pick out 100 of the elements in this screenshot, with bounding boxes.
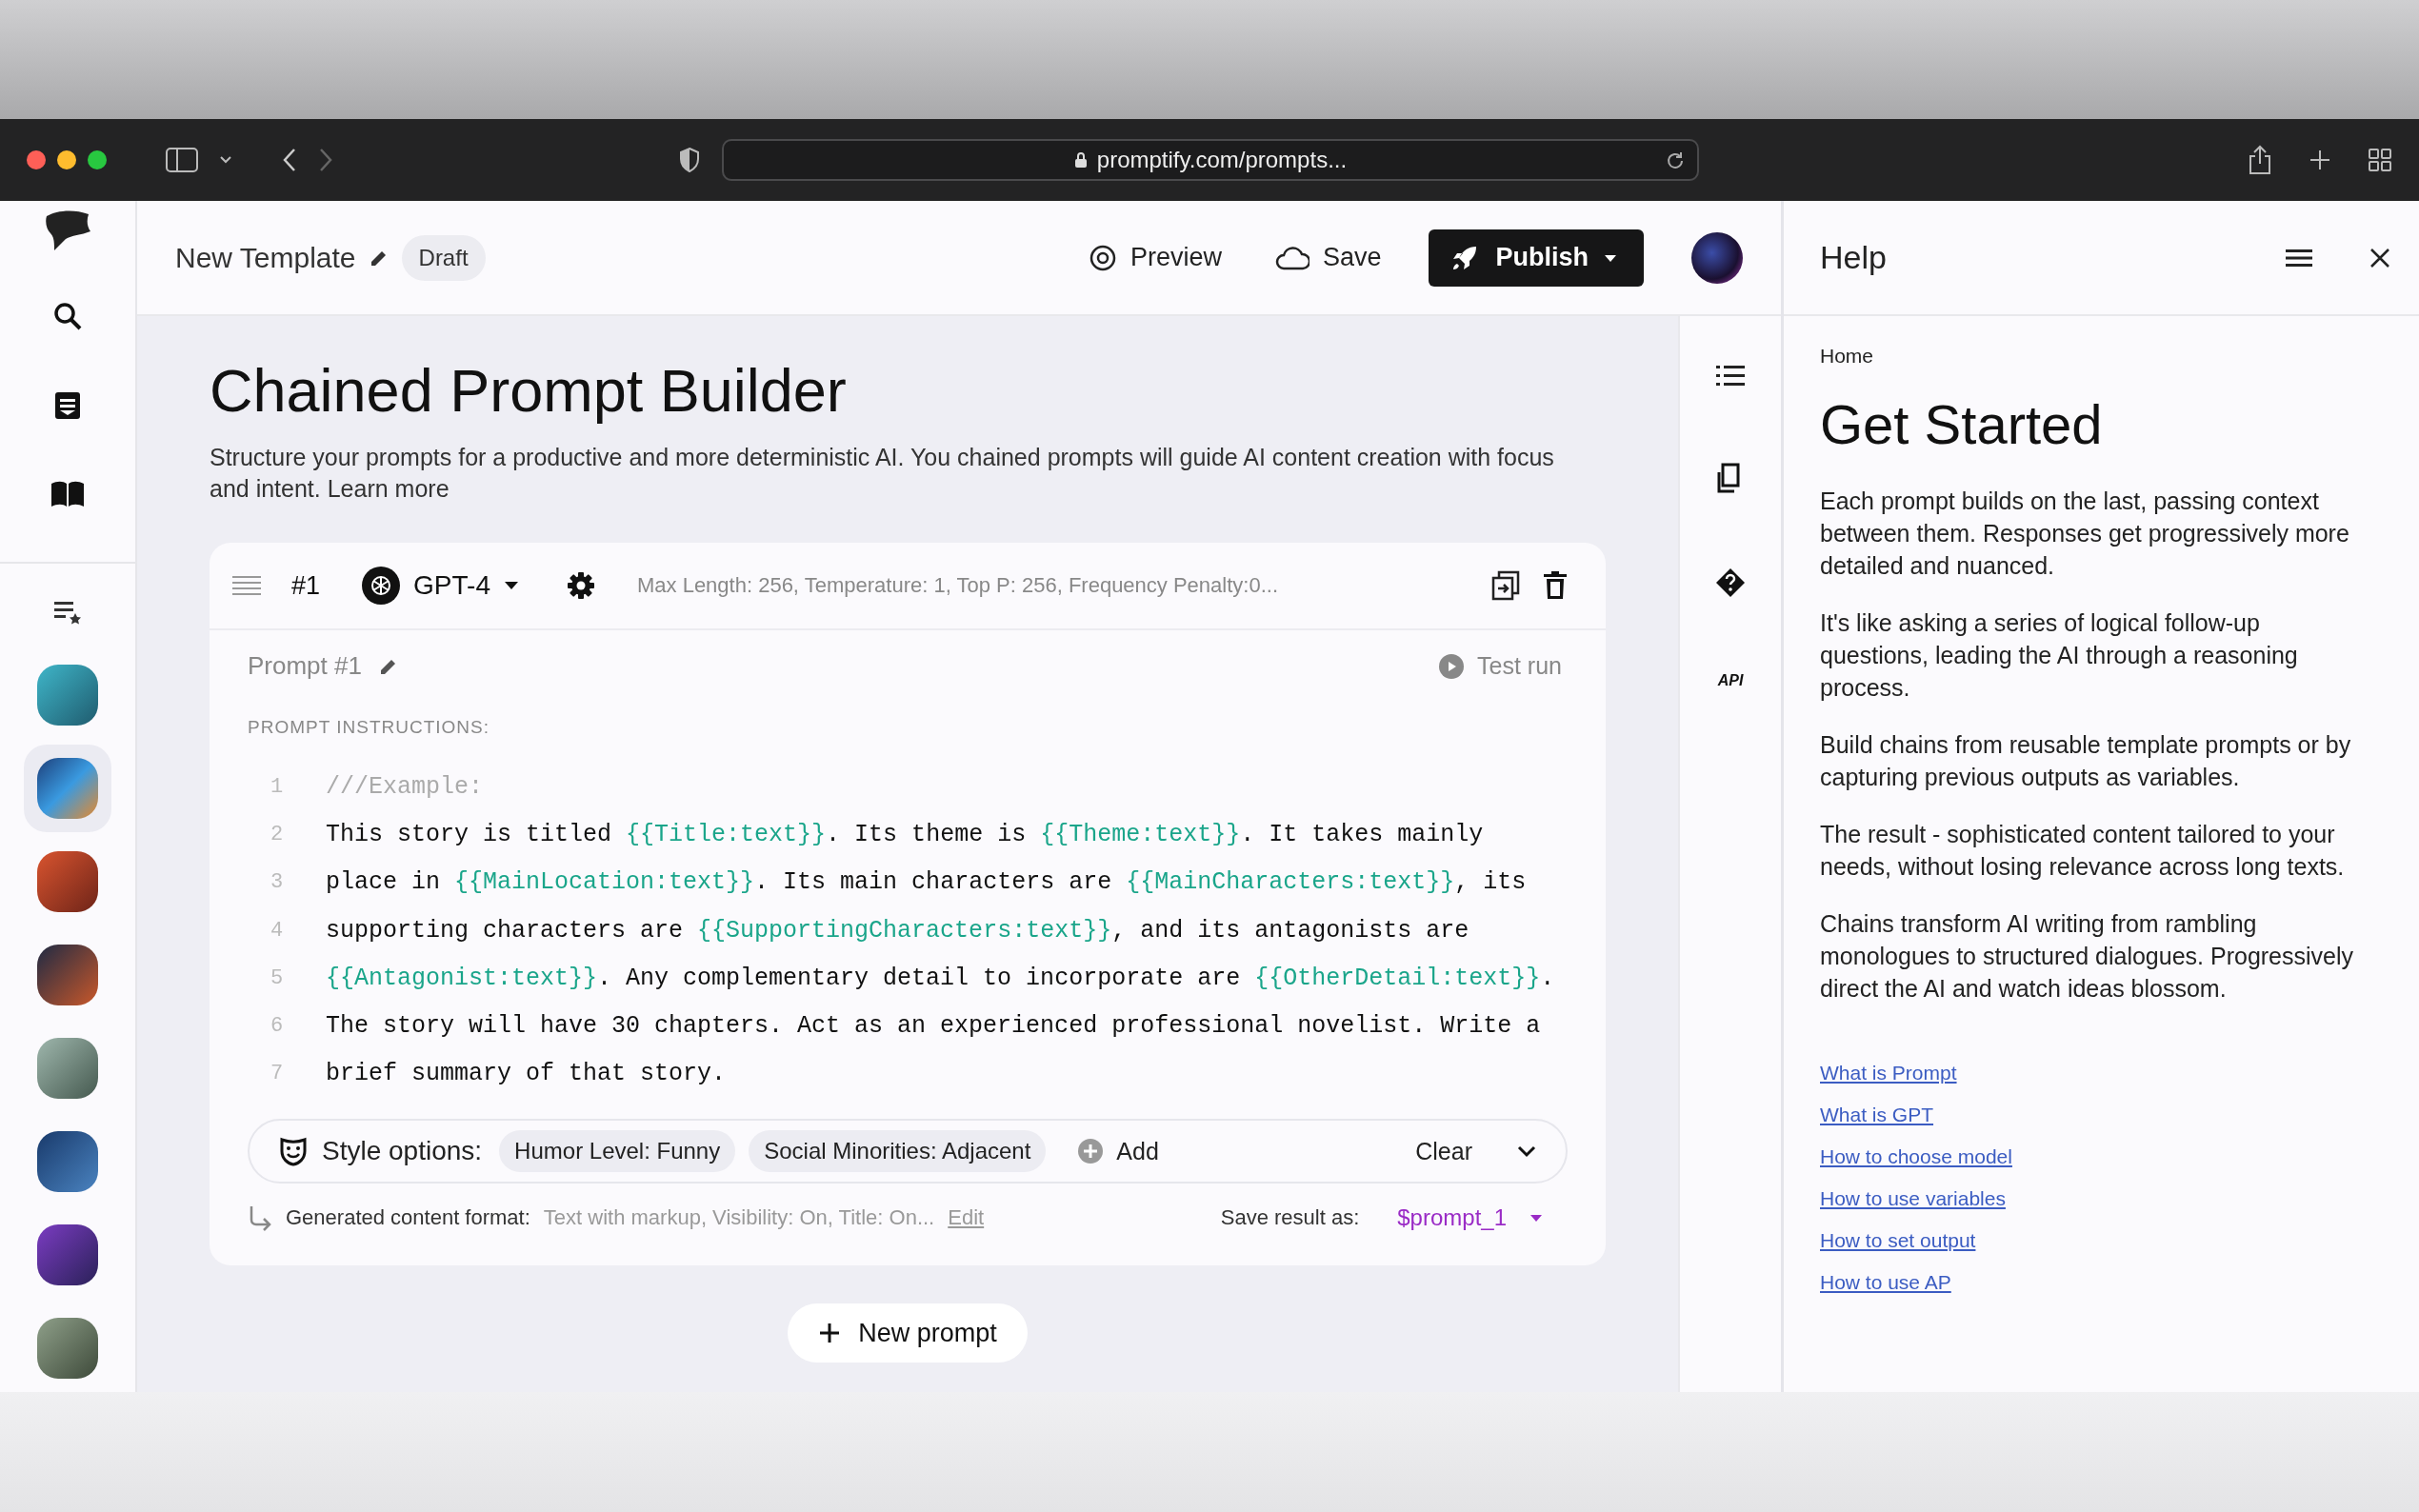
help-heading: Get Started — [1820, 392, 2104, 456]
output-format-value: Text with markup, Visibility: On, Title: On... — [543, 1205, 935, 1231]
help-link[interactable]: How to use AP — [1820, 1271, 1951, 1294]
page-title: Chained Prompt Builder — [210, 356, 848, 425]
url-text: promptify.com/prompts... — [1096, 147, 1348, 173]
variable-dropdown[interactable]: $prompt_1 — [1391, 1204, 1549, 1233]
code-line: supporting characters are {{SupportingCharacters:text}}, and its antagonists are — [326, 916, 1469, 945]
style-options-label: Style options: — [322, 1136, 483, 1167]
breadcrumb[interactable]: Home — [1820, 345, 2383, 368]
delete-icon[interactable] — [1543, 571, 1568, 600]
back-icon[interactable] — [282, 148, 297, 172]
help-link[interactable]: How to set output — [1820, 1229, 1976, 1252]
duplicate-icon[interactable] — [1491, 570, 1520, 601]
address-bar[interactable]: promptify.com/prompts... — [722, 139, 1699, 181]
learn-more-link[interactable]: Learn more — [327, 475, 450, 502]
caret-icon — [503, 581, 519, 590]
settings-icon[interactable] — [566, 571, 595, 600]
new-tab-icon[interactable] — [2309, 149, 2331, 171]
add-button[interactable]: Add — [1072, 1136, 1165, 1166]
help-title: Help — [1820, 239, 1887, 276]
book-icon[interactable] — [50, 480, 86, 508]
help-paragraph: The result - sophisticated content tailored to your needs, without losing relevance across long texts. — [1820, 820, 2346, 882]
line-number: 3 — [270, 870, 285, 895]
code-line: brief summary of that story. — [326, 1060, 727, 1088]
help-diamond-icon[interactable] — [1715, 567, 1746, 598]
publish-button[interactable]: Publish — [1429, 229, 1644, 287]
thumbnail-placeholder — [37, 1224, 98, 1285]
drag-handle-icon[interactable] — [232, 575, 261, 596]
thumbnail-placeholder — [37, 851, 98, 912]
maximize-window-icon[interactable] — [88, 150, 107, 169]
save-result-label: Save result as: — [1220, 1205, 1360, 1231]
output-format-label: Generated content format: — [286, 1205, 530, 1231]
search-icon[interactable] — [52, 301, 83, 331]
code-line: ///Example: — [326, 772, 484, 801]
template-item[interactable] — [24, 745, 111, 832]
help-paragraph: Build chains from reusable template prompts or by capturing previous outputs as variables. — [1820, 730, 2352, 792]
help-link[interactable]: What is Prompt — [1820, 1062, 1957, 1084]
help-link[interactable]: What is GPT — [1820, 1104, 1934, 1126]
close-window-icon[interactable] — [27, 150, 46, 169]
code-line: place in {{MainLocation:text}}. Its main characters are {{MainCharacters:text}}, its — [326, 868, 1527, 897]
model-parameters: Max Length: 256, Temperature: 1, Top P: 256, Frequency Penalty:0... — [636, 573, 1278, 598]
plus-circle-icon — [1078, 1139, 1104, 1164]
shield-icon[interactable] — [678, 147, 701, 173]
menu-icon[interactable] — [2286, 248, 2312, 268]
play-icon — [1439, 653, 1465, 679]
thumbnail-placeholder — [37, 758, 98, 819]
line-number: 5 — [270, 965, 285, 990]
share-icon[interactable] — [2248, 145, 2272, 175]
help-paragraph: Chains transform AI writing from rambling monologues to structured dialogues. Progressively direct the AI and watch ideas blossom. — [1820, 909, 2355, 1004]
prompt-number: #1 — [291, 570, 321, 601]
api-button[interactable]: API — [1717, 672, 1744, 689]
thumbnail-placeholder — [37, 1131, 98, 1192]
new-prompt-button[interactable]: New prompt — [788, 1303, 1028, 1363]
chevron-down-icon[interactable] — [219, 155, 232, 165]
line-number: 6 — [270, 1014, 285, 1039]
thumbnail-placeholder — [37, 1318, 98, 1379]
prompt-name: Prompt #1 — [248, 651, 362, 681]
style-chip[interactable]: Social Minorities: Adjacent — [749, 1130, 1047, 1173]
code-line: The story will have 30 chapters. Act as an experienced professional novelist. Write a — [326, 1012, 1541, 1041]
thumbnail-placeholder — [37, 1038, 98, 1099]
lock-icon — [1073, 151, 1088, 169]
turn-arrow-icon — [248, 1204, 272, 1232]
template-title: New Template — [175, 241, 356, 274]
line-number: 7 — [270, 1062, 285, 1086]
code-line: {{Antagonist:text}}. Any complementary detail to incorporate are {{OtherDetail:text}}. — [326, 964, 1555, 992]
preview-button[interactable]: Preview — [1082, 242, 1228, 273]
eye-icon — [1088, 243, 1117, 272]
chevron-down-icon[interactable] — [1516, 1144, 1537, 1159]
model-logo-icon — [362, 567, 401, 605]
style-chip[interactable]: Humor Level: Funny — [499, 1130, 736, 1173]
plus-icon — [818, 1322, 842, 1345]
status-badge: Draft — [401, 234, 486, 281]
mask-icon — [278, 1136, 309, 1167]
forward-icon — [318, 148, 333, 172]
logo-icon[interactable] — [43, 208, 92, 252]
help-paragraph: Each prompt builds on the last, passing context between them. Responses get progressively more detailed and nuanced. — [1820, 487, 2350, 581]
thumbnail-placeholder — [37, 665, 98, 726]
help-link[interactable]: How to use variables — [1820, 1187, 2006, 1210]
sidebar-toggle-icon[interactable] — [166, 148, 198, 172]
help-paragraph: It's like asking a series of logical follow-up questions, leading the AI through a reasoning process. — [1820, 608, 2299, 703]
caret-icon — [1604, 252, 1617, 263]
code-line: This story is titled {{Title:text}}. Its theme is {{Theme:text}}. It takes mainly — [326, 820, 1484, 848]
minimize-window-icon[interactable] — [57, 150, 76, 169]
thumbnail-placeholder — [37, 945, 98, 1005]
close-icon[interactable] — [2369, 247, 2390, 269]
cloud-icon — [1274, 245, 1309, 270]
help-link[interactable]: How to choose model — [1820, 1145, 2012, 1168]
page-description: Structure your prompts for a productive and more deterministic AI. You chained prompts will guide AI content creation with focus and intent. Learn more — [210, 443, 1555, 504]
line-number: 1 — [270, 774, 285, 799]
section-label: PROMPT INSTRUCTIONS: — [248, 717, 490, 738]
save-button[interactable]: Save — [1269, 242, 1388, 273]
list-icon[interactable] — [1716, 364, 1745, 388]
user-avatar[interactable] — [1691, 231, 1743, 284]
line-number: 2 — [270, 822, 285, 846]
tab-overview-icon[interactable] — [2368, 148, 2392, 172]
reload-icon[interactable] — [1665, 150, 1686, 171]
line-number: 4 — [270, 918, 285, 943]
model-dropdown[interactable]: GPT-4 — [356, 566, 525, 606]
document-icon[interactable] — [52, 390, 83, 421]
clear-button[interactable]: Clear — [1409, 1136, 1478, 1166]
